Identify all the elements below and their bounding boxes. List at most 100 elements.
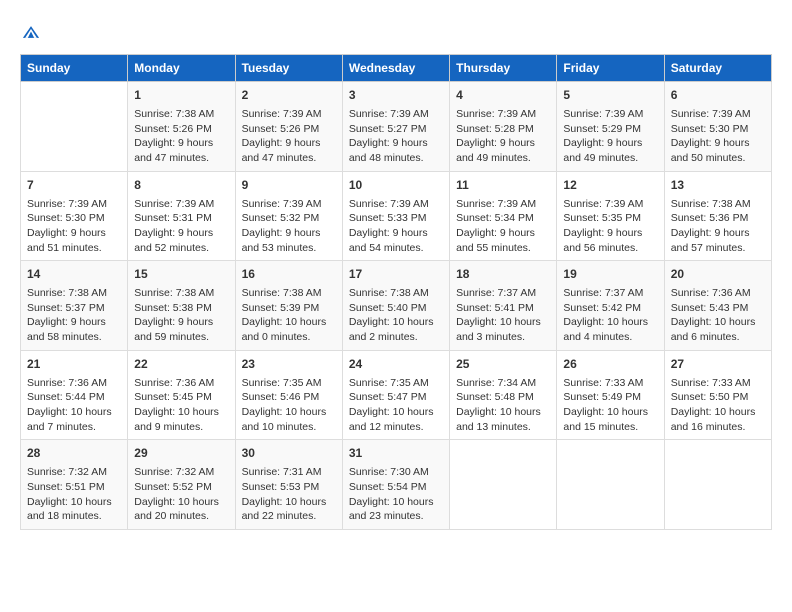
day-detail: Sunrise: 7:36 AMSunset: 5:43 PMDaylight:… <box>671 286 765 345</box>
calendar-cell: 28 Sunrise: 7:32 AMSunset: 5:51 PMDayligh… <box>21 440 128 530</box>
calendar-cell: 5Sunrise: 7:39 AMSunset: 5:29 PMDaylight… <box>557 82 664 172</box>
calendar-cell <box>664 440 771 530</box>
calendar-week-row: 28 Sunrise: 7:32 AMSunset: 5:51 PMDayligh… <box>21 440 772 530</box>
day-detail: Sunrise: 7:39 AMSunset: 5:31 PMDaylight:… <box>134 197 228 256</box>
day-number: 11 <box>456 177 550 194</box>
calendar-week-row: 14Sunrise: 7:38 AMSunset: 5:37 PMDayligh… <box>21 261 772 351</box>
weekday-header: Friday <box>557 55 664 82</box>
day-detail: Sunrise: 7:38 AMSunset: 5:36 PMDaylight:… <box>671 197 765 256</box>
weekday-header: Monday <box>128 55 235 82</box>
day-detail: Sunrise: 7:33 AMSunset: 5:49 PMDaylight:… <box>563 376 657 435</box>
day-number: 6 <box>671 87 765 104</box>
day-detail: Sunrise: 7:32 AMSunset: 5:51 PMDaylight:… <box>27 465 121 524</box>
day-number: 27 <box>671 356 765 373</box>
day-detail: Sunrise: 7:35 AMSunset: 5:46 PMDaylight:… <box>242 376 336 435</box>
day-number: 29 <box>134 445 228 462</box>
day-number: 31 <box>349 445 443 462</box>
day-number: 8 <box>134 177 228 194</box>
day-number: 17 <box>349 266 443 283</box>
day-number: 2 <box>242 87 336 104</box>
calendar-cell <box>21 82 128 172</box>
day-detail: Sunrise: 7:30 AMSunset: 5:54 PMDaylight:… <box>349 465 443 524</box>
day-number: 21 <box>27 356 121 373</box>
day-detail: Sunrise: 7:38 AMSunset: 5:40 PMDaylight:… <box>349 286 443 345</box>
calendar-cell <box>557 440 664 530</box>
day-number: 20 <box>671 266 765 283</box>
day-number: 4 <box>456 87 550 104</box>
weekday-header: Wednesday <box>342 55 449 82</box>
day-detail: Sunrise: 7:38 AMSunset: 5:38 PMDaylight:… <box>134 286 228 345</box>
calendar-week-row: 1 Sunrise: 7:38 AMSunset: 5:26 PMDaylight… <box>21 82 772 172</box>
day-number: 13 <box>671 177 765 194</box>
calendar-cell: 1 Sunrise: 7:38 AMSunset: 5:26 PMDaylight… <box>128 82 235 172</box>
logo <box>20 20 40 44</box>
day-detail: Sunrise: 7:31 AMSunset: 5:53 PMDaylight:… <box>242 465 336 524</box>
calendar-cell: 29 Sunrise: 7:32 AMSunset: 5:52 PMDayligh… <box>128 440 235 530</box>
day-detail: Sunrise: 7:39 AMSunset: 5:35 PMDaylight:… <box>563 197 657 256</box>
calendar-cell: 21 Sunrise: 7:36 AMSunset: 5:44 PMDayligh… <box>21 350 128 440</box>
day-detail: Sunrise: 7:39 AMSunset: 5:30 PMDaylight:… <box>671 107 765 166</box>
day-number: 15 <box>134 266 228 283</box>
day-number: 18 <box>456 266 550 283</box>
calendar-table: SundayMondayTuesdayWednesdayThursdayFrid… <box>20 54 772 530</box>
day-number: 3 <box>349 87 443 104</box>
calendar-cell: 9 Sunrise: 7:39 AMSunset: 5:32 PMDaylight… <box>235 171 342 261</box>
day-number: 7 <box>27 177 121 194</box>
weekday-header: Thursday <box>450 55 557 82</box>
calendar-cell: 11Sunrise: 7:39 AMSunset: 5:34 PMDayligh… <box>450 171 557 261</box>
calendar-cell: 6 Sunrise: 7:39 AMSunset: 5:30 PMDaylight… <box>664 82 771 172</box>
calendar-cell: 31 Sunrise: 7:30 AMSunset: 5:54 PMDayligh… <box>342 440 449 530</box>
calendar-cell: 18 Sunrise: 7:37 AMSunset: 5:41 PMDayligh… <box>450 261 557 351</box>
weekday-header: Saturday <box>664 55 771 82</box>
calendar-cell <box>450 440 557 530</box>
calendar-cell: 13 Sunrise: 7:38 AMSunset: 5:36 PMDayligh… <box>664 171 771 261</box>
weekday-header: Sunday <box>21 55 128 82</box>
calendar-cell: 12 Sunrise: 7:39 AMSunset: 5:35 PMDayligh… <box>557 171 664 261</box>
weekday-header: Tuesday <box>235 55 342 82</box>
day-detail: Sunrise: 7:36 AMSunset: 5:45 PMDaylight:… <box>134 376 228 435</box>
day-detail: Sunrise: 7:39 AMSunset: 5:30 PMDaylight:… <box>27 197 121 256</box>
day-number: 19 <box>563 266 657 283</box>
calendar-cell: 23 Sunrise: 7:35 AMSunset: 5:46 PMDayligh… <box>235 350 342 440</box>
day-number: 9 <box>242 177 336 194</box>
calendar-cell: 16 Sunrise: 7:38 AMSunset: 5:39 PMDayligh… <box>235 261 342 351</box>
day-detail: Sunrise: 7:35 AMSunset: 5:47 PMDaylight:… <box>349 376 443 435</box>
day-number: 25 <box>456 356 550 373</box>
day-number: 26 <box>563 356 657 373</box>
day-detail: Sunrise: 7:38 AMSunset: 5:26 PMDaylight:… <box>134 107 228 166</box>
calendar-cell: 17 Sunrise: 7:38 AMSunset: 5:40 PMDayligh… <box>342 261 449 351</box>
day-detail: Sunrise: 7:36 AMSunset: 5:44 PMDaylight:… <box>27 376 121 435</box>
calendar-cell: 2 Sunrise: 7:39 AMSunset: 5:26 PMDaylight… <box>235 82 342 172</box>
day-detail: Sunrise: 7:38 AMSunset: 5:37 PMDaylight:… <box>27 286 121 345</box>
day-detail: Sunrise: 7:34 AMSunset: 5:48 PMDaylight:… <box>456 376 550 435</box>
day-detail: Sunrise: 7:32 AMSunset: 5:52 PMDaylight:… <box>134 465 228 524</box>
calendar-cell: 22 Sunrise: 7:36 AMSunset: 5:45 PMDayligh… <box>128 350 235 440</box>
day-number: 28 <box>27 445 121 462</box>
day-number: 1 <box>134 87 228 104</box>
day-number: 10 <box>349 177 443 194</box>
day-number: 30 <box>242 445 336 462</box>
logo-icon <box>22 23 40 41</box>
day-detail: Sunrise: 7:39 AMSunset: 5:32 PMDaylight:… <box>242 197 336 256</box>
day-detail: Sunrise: 7:39 AMSunset: 5:29 PMDaylight:… <box>563 107 657 166</box>
calendar-week-row: 21 Sunrise: 7:36 AMSunset: 5:44 PMDayligh… <box>21 350 772 440</box>
calendar-cell: 10 Sunrise: 7:39 AMSunset: 5:33 PMDayligh… <box>342 171 449 261</box>
day-detail: Sunrise: 7:39 AMSunset: 5:33 PMDaylight:… <box>349 197 443 256</box>
calendar-cell: 15 Sunrise: 7:38 AMSunset: 5:38 PMDayligh… <box>128 261 235 351</box>
page-header <box>20 20 772 44</box>
calendar-cell: 8 Sunrise: 7:39 AMSunset: 5:31 PMDaylight… <box>128 171 235 261</box>
day-detail: Sunrise: 7:33 AMSunset: 5:50 PMDaylight:… <box>671 376 765 435</box>
day-number: 22 <box>134 356 228 373</box>
day-detail: Sunrise: 7:39 AMSunset: 5:28 PMDaylight:… <box>456 107 550 166</box>
calendar-cell: 24Sunrise: 7:35 AMSunset: 5:47 PMDayligh… <box>342 350 449 440</box>
day-number: 16 <box>242 266 336 283</box>
day-detail: Sunrise: 7:38 AMSunset: 5:39 PMDaylight:… <box>242 286 336 345</box>
header-row: SundayMondayTuesdayWednesdayThursdayFrid… <box>21 55 772 82</box>
day-number: 12 <box>563 177 657 194</box>
calendar-week-row: 7 Sunrise: 7:39 AMSunset: 5:30 PMDaylight… <box>21 171 772 261</box>
day-detail: Sunrise: 7:39 AMSunset: 5:26 PMDaylight:… <box>242 107 336 166</box>
day-detail: Sunrise: 7:37 AMSunset: 5:41 PMDaylight:… <box>456 286 550 345</box>
day-number: 23 <box>242 356 336 373</box>
calendar-cell: 26 Sunrise: 7:33 AMSunset: 5:49 PMDayligh… <box>557 350 664 440</box>
calendar-cell: 3Sunrise: 7:39 AMSunset: 5:27 PMDaylight… <box>342 82 449 172</box>
